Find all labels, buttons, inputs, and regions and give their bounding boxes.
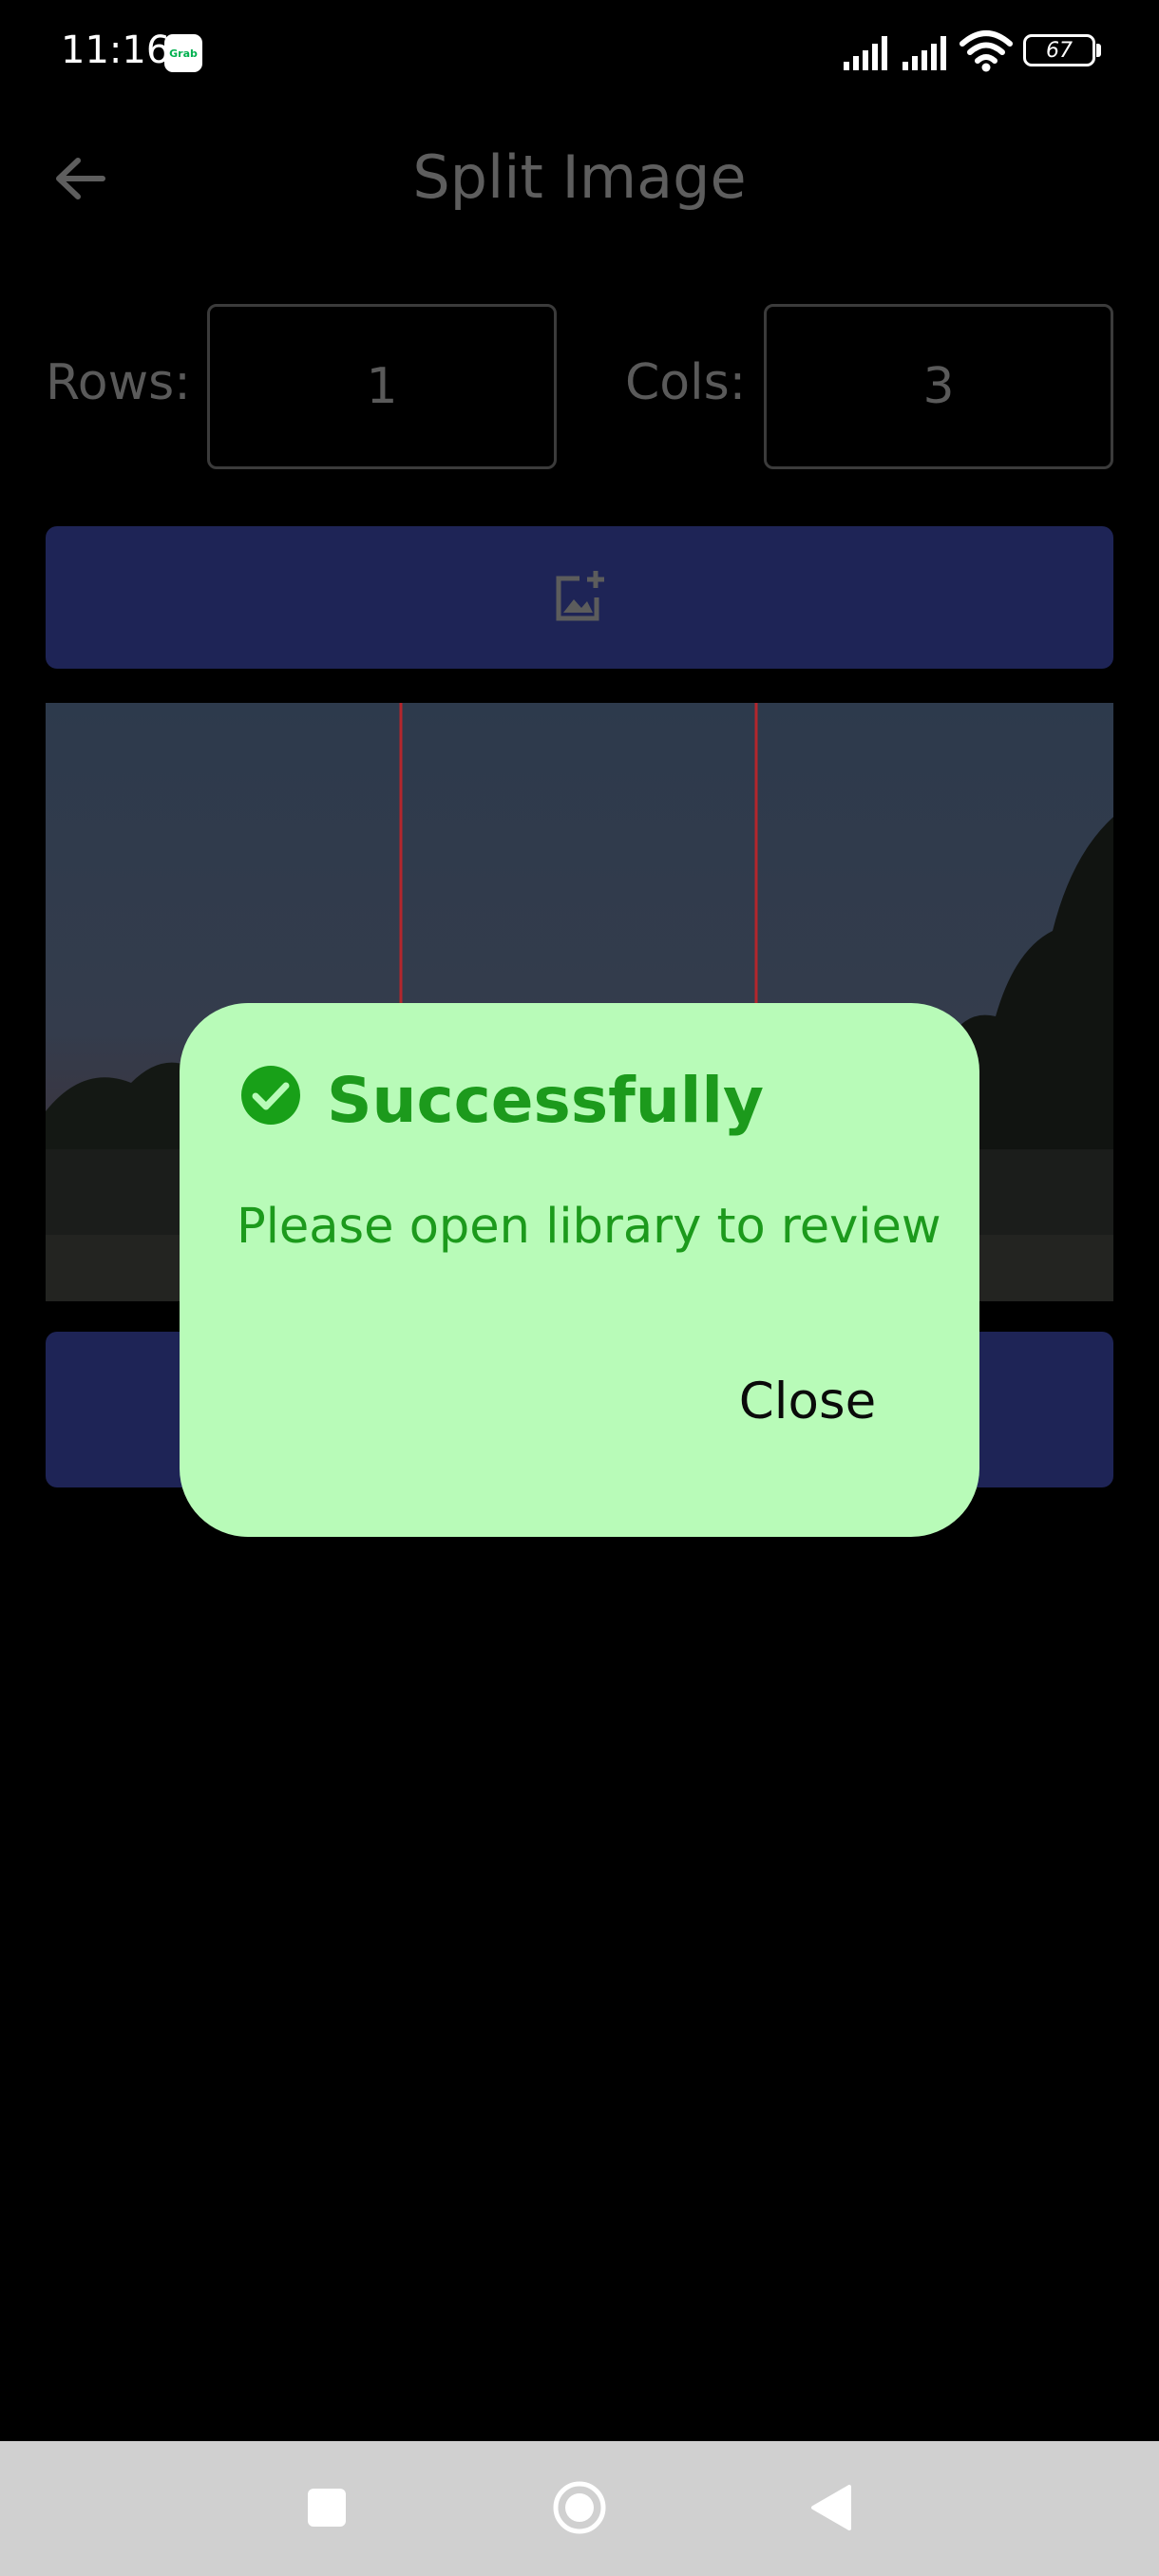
dialog-title: Successfully (327, 1064, 765, 1137)
close-button[interactable]: Close (722, 1363, 893, 1439)
square-icon[interactable] (306, 2487, 348, 2529)
grab-badge-text: Grab (169, 47, 198, 60)
cols-input[interactable]: 3 (764, 304, 1113, 469)
page-title: Split Image (412, 142, 747, 212)
wifi-icon (960, 30, 1013, 72)
rows-label: Rows: (46, 354, 191, 411)
status-time: 11:16 (61, 28, 171, 72)
cols-label: Cols: (625, 354, 747, 411)
circle-icon[interactable] (552, 2480, 607, 2535)
navigation-bar (0, 2441, 1159, 2576)
grab-app-icon: Grab (164, 34, 202, 72)
battery-level: 67 (1046, 38, 1073, 63)
dialog-message: Please open library to review (237, 1199, 941, 1255)
add-image-button[interactable] (46, 526, 1113, 669)
rows-input[interactable]: 1 (207, 304, 557, 469)
signal-icon (844, 36, 887, 70)
add-photo-icon (556, 571, 604, 621)
battery-icon: 67 (1023, 34, 1095, 66)
triangle-back-icon[interactable] (809, 2483, 853, 2532)
battery-tip (1096, 44, 1101, 57)
check-circle-icon (241, 1066, 300, 1125)
signal-icon-2 (902, 36, 946, 70)
